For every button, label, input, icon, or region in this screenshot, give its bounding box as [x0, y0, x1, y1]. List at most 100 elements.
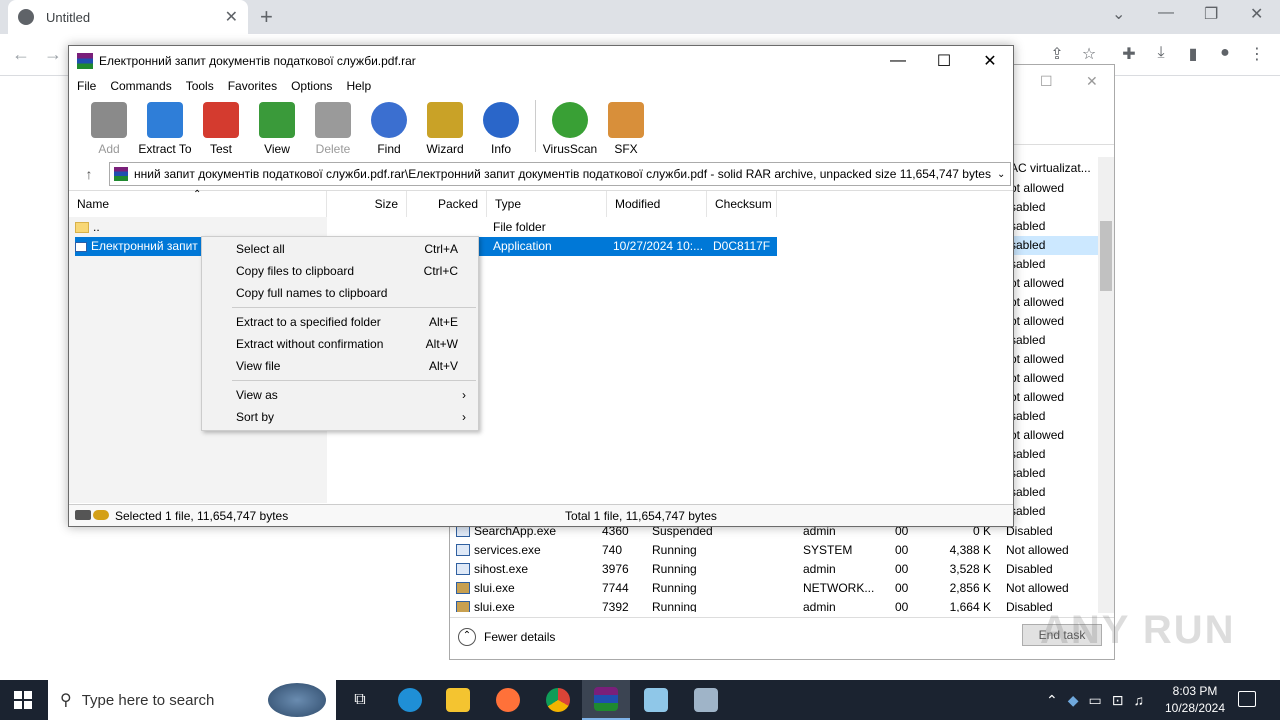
extract-folder-icon: [147, 102, 183, 138]
chrome-tab[interactable]: Untitled ✕: [8, 0, 248, 34]
menu-item-copy-files[interactable]: Copy files to clipboard Ctrl+C: [202, 260, 478, 282]
menu-item-extract-no-confirm[interactable]: Extract without confirmation Alt+W: [202, 333, 478, 355]
file-explorer-button[interactable]: [434, 680, 482, 720]
col-name-label: Name: [77, 197, 110, 211]
process-name: slui.exe: [474, 600, 515, 612]
key-icon[interactable]: [93, 510, 109, 520]
virusscan-label: VirusScan: [542, 142, 598, 156]
uac-cell: ot allowed: [1010, 352, 1065, 366]
menu-favorites[interactable]: Favorites: [228, 79, 277, 93]
menu-item-extract-to[interactable]: Extract to a specified folder Alt+E: [202, 311, 478, 333]
close-icon[interactable]: ✕: [967, 51, 1013, 71]
task-view-button[interactable]: ⧉: [336, 680, 384, 720]
tm-restore-icon[interactable]: ☐: [1040, 73, 1053, 90]
table-row[interactable]: sihost.exe 3976 Running admin 00 3,528 K…: [454, 560, 1094, 579]
network-icon[interactable]: ⊡: [1112, 692, 1124, 709]
winrar-taskbar-button[interactable]: [582, 680, 630, 720]
process-user: SYSTEM: [803, 543, 853, 557]
find-button[interactable]: Find: [361, 98, 417, 156]
up-arrow-icon[interactable]: ↑: [69, 166, 109, 182]
chrome-button[interactable]: [534, 680, 582, 720]
restore-icon[interactable]: ❐: [1204, 4, 1218, 24]
battery-icon[interactable]: ▭: [1089, 692, 1102, 709]
menu-dots-icon[interactable]: ⋮: [1246, 44, 1268, 66]
chevron-down-icon[interactable]: ⌄: [991, 169, 1010, 180]
address-field[interactable]: нний запит документів податкової служби.…: [109, 162, 1011, 186]
extensions-icon[interactable]: ✚: [1118, 44, 1140, 66]
extract-to-button[interactable]: Extract To: [137, 98, 193, 156]
uac-header[interactable]: AC virtualizat...: [1010, 159, 1091, 178]
back-icon[interactable]: ←: [12, 44, 30, 65]
volume-icon[interactable]: ♫: [1133, 692, 1144, 708]
col-type[interactable]: Type: [487, 191, 607, 217]
menu-item-label: Copy full names to clipboard: [236, 286, 388, 300]
close-icon[interactable]: ✕: [1250, 4, 1263, 24]
menu-item-view-file[interactable]: View file Alt+V: [202, 355, 478, 377]
view-button[interactable]: View: [249, 98, 305, 156]
wizard-button[interactable]: Wizard: [417, 98, 473, 156]
drive-icon[interactable]: [75, 510, 91, 520]
col-size[interactable]: Size: [327, 191, 407, 217]
chevron-up-icon[interactable]: ⌃: [1046, 692, 1058, 709]
process-uac: Not allowed: [1006, 581, 1069, 595]
process-uac: Disabled: [1006, 562, 1053, 576]
col-checksum[interactable]: Checksum: [707, 191, 777, 217]
winrar-titlebar[interactable]: Електронний запит документів податкової …: [69, 46, 1013, 76]
bookmark-star-icon[interactable]: ☆: [1078, 44, 1100, 66]
tm-close-icon[interactable]: ✕: [1086, 73, 1098, 90]
share-icon[interactable]: ⇪: [1046, 44, 1068, 66]
sfx-button[interactable]: SFX: [598, 98, 654, 156]
download-icon[interactable]: ⤓: [1150, 44, 1172, 66]
clock[interactable]: 8:03 PM 10/28/2024: [1160, 683, 1230, 717]
menu-tools[interactable]: Tools: [186, 79, 214, 93]
delete-button[interactable]: Delete: [305, 98, 361, 156]
forward-icon[interactable]: →: [44, 44, 62, 65]
menu-item-label: Copy files to clipboard: [236, 264, 355, 278]
fewer-details-button[interactable]: ⌃ Fewer details: [458, 628, 555, 646]
menu-help[interactable]: Help: [346, 79, 371, 93]
menu-item-sort-by[interactable]: Sort by ›: [202, 406, 478, 428]
tm-scrollbar[interactable]: [1098, 157, 1114, 613]
virusscan-button[interactable]: VirusScan: [542, 98, 598, 156]
tab-close-icon[interactable]: ✕: [225, 7, 238, 27]
col-packed[interactable]: Packed: [407, 191, 487, 217]
col-modified[interactable]: Modified: [607, 191, 707, 217]
minimize-icon[interactable]: —: [1158, 4, 1174, 22]
minimize-icon[interactable]: —: [875, 52, 921, 70]
process-pid: 7744: [602, 581, 629, 595]
table-row[interactable]: slui.exe 7392 Running admin 00 1,664 K D…: [454, 598, 1094, 612]
sidepanel-icon[interactable]: ▮: [1182, 44, 1204, 66]
task-manager-button[interactable]: [682, 680, 730, 720]
notification-icon[interactable]: [1238, 691, 1256, 707]
menu-item-view-as[interactable]: View as ›: [202, 384, 478, 406]
process-cpu: 00: [895, 543, 909, 557]
test-button[interactable]: Test: [193, 98, 249, 156]
edge-button[interactable]: [386, 680, 434, 720]
list-item-parent[interactable]: ..: [75, 218, 315, 237]
info-button[interactable]: Info: [473, 98, 529, 156]
windows-start-icon[interactable]: [14, 691, 32, 709]
menu-item-select-all[interactable]: Select all Ctrl+A: [202, 238, 478, 260]
table-row[interactable]: slui.exe 7744 Running NETWORK... 00 2,85…: [454, 579, 1094, 598]
uac-cell: sabled: [1010, 257, 1046, 271]
new-tab-button[interactable]: +: [260, 4, 273, 30]
taskbar-search[interactable]: ⚲ Type here to search: [48, 680, 336, 720]
chevron-down-icon[interactable]: ⌄: [1112, 4, 1125, 24]
table-row[interactable]: services.exe 740 Running SYSTEM 00 4,388…: [454, 541, 1094, 560]
col-name[interactable]: Name ⌃: [69, 189, 327, 217]
profile-icon[interactable]: ●: [1214, 44, 1236, 66]
menu-file[interactable]: File: [77, 79, 96, 93]
process-name: slui.exe: [474, 581, 515, 595]
menu-item-copy-names[interactable]: Copy full names to clipboard: [202, 282, 478, 304]
system-tray: ⌃ ◆ ▭ ⊡ ♫: [1046, 680, 1144, 720]
menu-commands[interactable]: Commands: [110, 79, 171, 93]
add-button[interactable]: Add: [81, 98, 137, 156]
menu-item-label: Sort by: [236, 410, 275, 424]
defender-icon[interactable]: ◆: [1068, 692, 1079, 709]
row-name: ..: [93, 220, 100, 234]
notepad-button[interactable]: [632, 680, 680, 720]
menu-options[interactable]: Options: [291, 79, 332, 93]
firefox-button[interactable]: [484, 680, 532, 720]
maximize-icon[interactable]: ☐: [921, 51, 967, 71]
process-cpu: 00: [895, 581, 909, 595]
